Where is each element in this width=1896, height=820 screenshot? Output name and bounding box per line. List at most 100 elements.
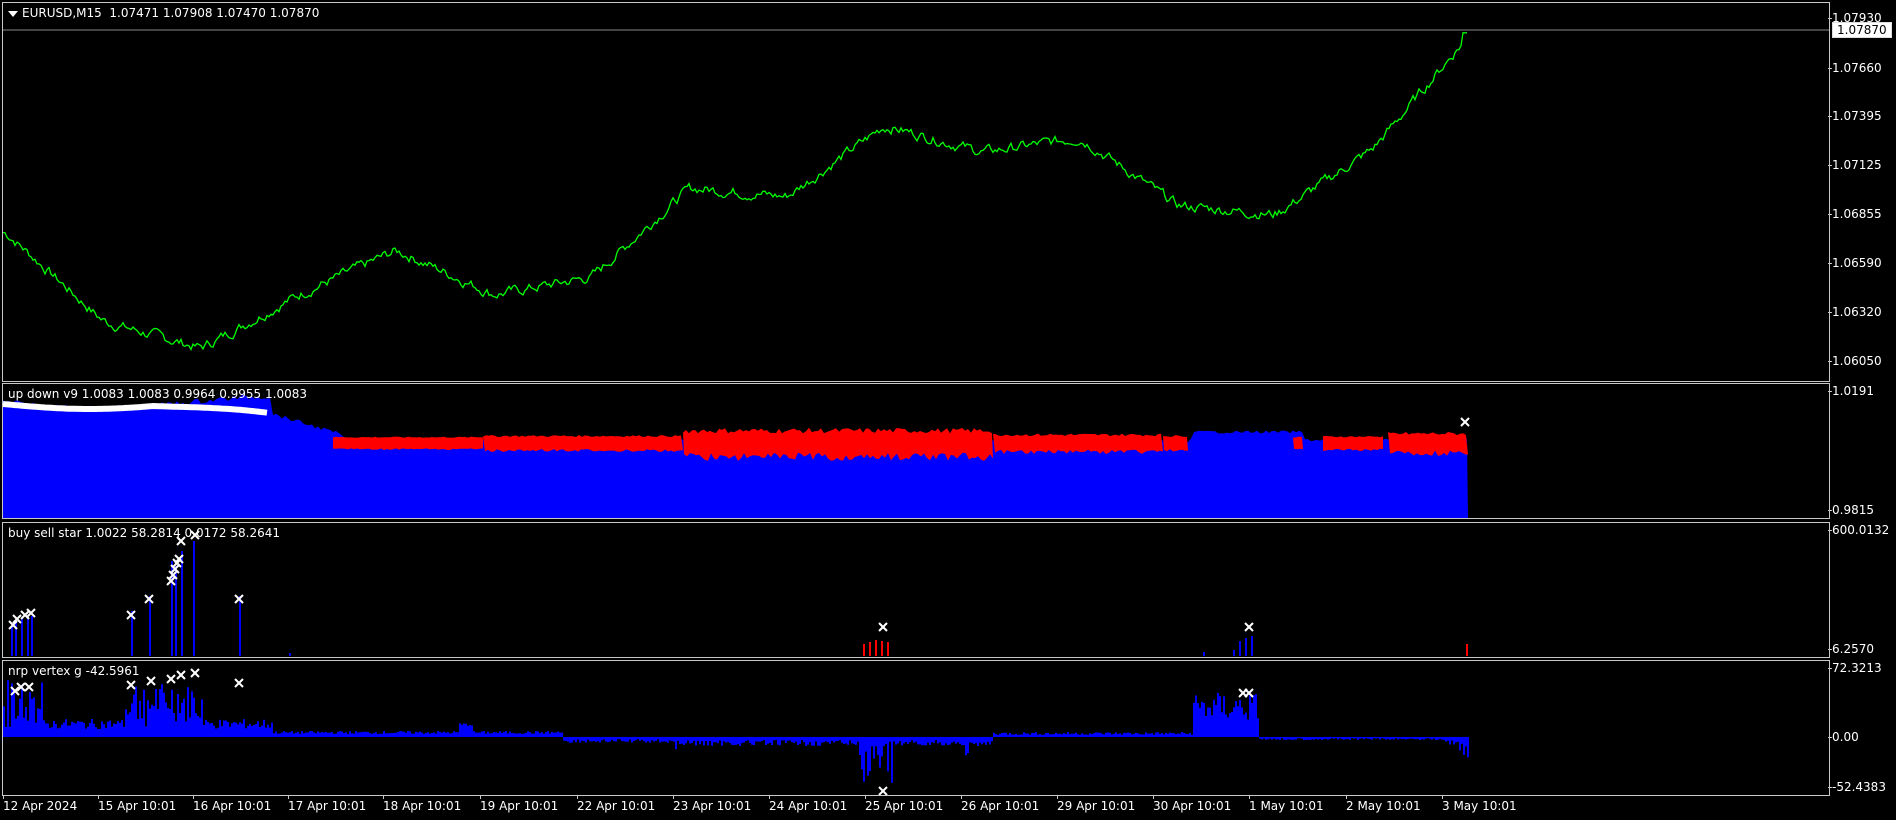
- nrpvertex-bar: [1425, 737, 1427, 739]
- nrpvertex-bar: [635, 737, 637, 740]
- nrpvertex-bar: [425, 732, 427, 737]
- nrpvertex-bar: [871, 737, 873, 747]
- nrpvertex-bar: [1459, 737, 1461, 751]
- nrpvertex-bar: [117, 721, 119, 737]
- nrpvertex-bar: [761, 737, 763, 741]
- nrpvertex-bar: [1331, 737, 1333, 739]
- nrpvertex-bar: [1057, 733, 1059, 737]
- nrpvertex-bar: [1165, 732, 1167, 737]
- nrpvertex-bar: [1337, 737, 1339, 740]
- nrpvertex-bar: [335, 733, 337, 737]
- nrpvertex-bar: [1255, 694, 1257, 737]
- nrpvertex-bar: [1245, 712, 1247, 737]
- nrpvertex-bar: [149, 708, 151, 737]
- nrpvertex-bar: [1343, 737, 1345, 740]
- nrpvertex-bar: [895, 737, 897, 745]
- nrpvertex-bar: [1189, 732, 1191, 737]
- nrpvertex-bar: [251, 726, 253, 737]
- nrpvertex-bar: [341, 731, 343, 737]
- x-marker: [146, 676, 156, 686]
- nrpvertex-bar: [567, 737, 569, 742]
- nrpvertex-bar: [125, 709, 127, 737]
- nrpvertex-bar: [7, 680, 9, 737]
- nrpvertex-bar: [165, 702, 167, 737]
- nrpvertex-bar: [1243, 714, 1245, 737]
- nrpvertex-bar: [1385, 737, 1387, 740]
- nrpvertex-bar: [721, 737, 723, 746]
- nrpvertex-bar: [1127, 732, 1129, 737]
- nrpvertex-bar: [193, 697, 195, 737]
- nrpvertex-bar: [79, 721, 81, 737]
- nrpvertex-bar: [617, 737, 619, 740]
- nrpvertex-bar: [109, 720, 111, 737]
- nrpvertex-bar: [777, 737, 779, 745]
- nrpvertex-bar: [1141, 734, 1143, 737]
- nrpvertex-bar: [659, 737, 661, 743]
- nrpvertex-bar: [293, 733, 295, 737]
- nrpvertex-bar: [249, 723, 251, 737]
- buysellstar-bar: [21, 618, 23, 656]
- nrpvertex-bar: [757, 737, 759, 742]
- nrpvertex-bar: [807, 737, 809, 745]
- indicator-pane-nrpvertex[interactable]: nrp vertex g -42.5961: [2, 660, 1830, 796]
- price-line-series: [3, 32, 1467, 352]
- nrpvertex-bar: [507, 733, 509, 737]
- nrpvertex-bar: [863, 737, 865, 782]
- nrpvertex-bar: [681, 737, 683, 744]
- nrpvertex-bar: [327, 732, 329, 737]
- updown-red-band: [333, 436, 483, 450]
- nrpvertex-bar: [851, 737, 853, 744]
- main-chart-pane[interactable]: EURUSD,M15 1.07471 1.07908 1.07470 1.078…: [2, 2, 1830, 382]
- nrpvertex-bar: [1167, 733, 1169, 737]
- nrpvertex-bar: [1095, 732, 1097, 737]
- nrpvertex-bar: [263, 719, 265, 737]
- nrpvertex-bar: [651, 737, 653, 741]
- nrpvertex-bar: [853, 737, 855, 745]
- nrpvertex-bar: [403, 731, 405, 737]
- nrpvertex-bar: [595, 737, 597, 742]
- nrpvertex-bar: [101, 721, 103, 737]
- nrpvertex-bar: [157, 708, 159, 737]
- nrpvertex-bar: [971, 737, 973, 743]
- nrpvertex-bar: [1171, 733, 1173, 737]
- nrpvertex-bar: [57, 728, 59, 737]
- nrpvertex-bar: [383, 731, 385, 737]
- nrpvertex-bar: [1375, 737, 1377, 739]
- nrpvertex-bar: [1301, 737, 1303, 739]
- nrpvertex-bar: [311, 731, 313, 737]
- nrpvertex-bar: [213, 725, 215, 737]
- nrpvertex-bar: [89, 722, 91, 737]
- nrpvertex-bar: [155, 688, 157, 737]
- nrpvertex-bar: [973, 737, 975, 745]
- indicator-pane-buysellstar[interactable]: buy sell star 1.0022 58.2814 0.0172 58.2…: [2, 522, 1830, 658]
- nrpvertex-bar: [1027, 733, 1029, 737]
- nrpvertex-bar: [175, 721, 177, 737]
- nrpvertex-bar: [1461, 737, 1463, 744]
- nrpvertex-bar: [545, 731, 547, 737]
- nrpvertex-bar: [525, 732, 527, 737]
- nrpvertex-bar: [1003, 732, 1005, 737]
- nrpvertex-bar: [811, 737, 813, 746]
- updown-red-band: [683, 427, 993, 461]
- nrpvertex-bar: [1289, 737, 1291, 740]
- nrpvertex-bar: [969, 737, 971, 743]
- nrpvertex-bar: [1111, 734, 1113, 737]
- y-tick: 1.06855: [1828, 207, 1882, 221]
- nrpvertex-bar: [1397, 737, 1399, 740]
- nrpvertex-bar: [1051, 734, 1053, 737]
- collapse-triangle-icon[interactable]: [8, 10, 18, 17]
- nrpvertex-bar: [1241, 707, 1243, 737]
- y-tick: 1.06320: [1828, 305, 1882, 319]
- indicator-pane-updown[interactable]: up down v9 1.0083 1.0083 0.9964 0.9955 1…: [2, 383, 1830, 519]
- nrpvertex-bar: [723, 737, 725, 742]
- nrpvertex-bar: [665, 737, 667, 742]
- nrpvertex-bar: [431, 733, 433, 737]
- nrpvertex-bar: [1177, 733, 1179, 737]
- nrpvertex-bar: [1369, 737, 1371, 740]
- nrpvertex-bar: [695, 737, 697, 746]
- nrpvertex-bar: [465, 723, 467, 737]
- nrpvertex-bar: [281, 732, 283, 737]
- updown-area: [3, 394, 1468, 518]
- nrpvertex-bar: [1409, 737, 1411, 739]
- nrpvertex-bar: [83, 722, 85, 737]
